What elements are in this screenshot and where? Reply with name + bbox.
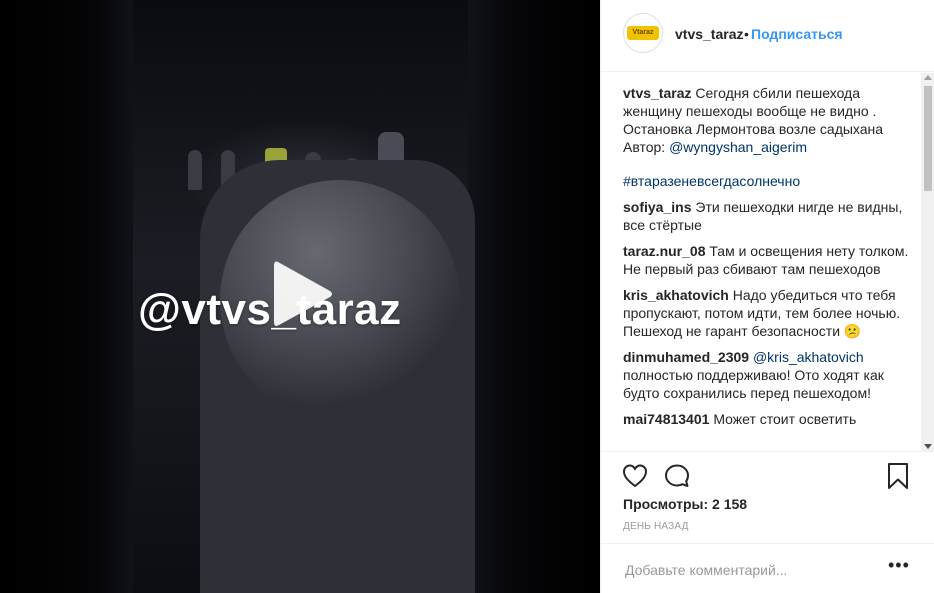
scroll-up-arrow-icon[interactable] — [924, 75, 932, 80]
post-sidebar: Vtaraz vtvs_taraz • Подписаться vtvs_tar… — [600, 0, 934, 593]
comment-item: mai74813401 Может стоит осветить — [623, 410, 915, 428]
play-icon[interactable] — [270, 258, 336, 330]
comment-text: полностью поддерживаю! Ото ходят как буд… — [623, 367, 884, 401]
comment-username[interactable]: kris_akhatovich — [623, 287, 729, 303]
follow-button[interactable]: Подписаться — [751, 26, 843, 42]
comment-item: dinmuhamed_2309 @kris_akhatovich полност… — [623, 348, 915, 402]
avatar[interactable]: Vtaraz — [623, 13, 663, 53]
post-actions: Просмотры: 2 158 ДЕНЬ НАЗАД — [601, 451, 934, 543]
post-date[interactable]: ДЕНЬ НАЗАД — [623, 521, 689, 532]
comment-username[interactable]: mai74813401 — [623, 411, 709, 427]
scrollbar-thumb[interactable] — [924, 86, 932, 191]
caption-mention[interactable]: @wyngyshan_aigerim — [669, 139, 807, 155]
caption-hashtag[interactable]: #втаразеневсегдасолнечно — [623, 172, 915, 190]
caption-username[interactable]: vtvs_taraz — [623, 85, 692, 101]
scroll-down-arrow-icon[interactable] — [924, 444, 932, 449]
comment-item: taraz.nur_08 Там и освещения нету толком… — [623, 242, 915, 278]
header-username[interactable]: vtvs_taraz — [675, 26, 744, 42]
comment-item: kris_akhatovich Надо убедиться что тебя … — [623, 286, 915, 340]
comment-username[interactable]: dinmuhamed_2309 — [623, 349, 749, 365]
bookmark-icon[interactable] — [886, 462, 910, 490]
comment-mention[interactable]: @kris_akhatovich — [753, 349, 864, 365]
comments-list[interactable]: vtvs_taraz Сегодня сбили пешехода женщин… — [623, 84, 915, 454]
comment-text: Может стоит осветить — [713, 411, 857, 427]
view-count: Просмотры: 2 158 — [623, 496, 748, 512]
video-player[interactable]: @vtvs_taraz — [0, 0, 600, 593]
video-letterbox-left — [0, 0, 133, 593]
comment-item: sofiya_ins Эти пешеходки нигде не видны,… — [623, 198, 915, 234]
avatar-logo: Vtaraz — [627, 26, 659, 40]
more-options-icon[interactable]: ••• — [888, 556, 909, 576]
caption: vtvs_taraz Сегодня сбили пешехода женщин… — [623, 84, 915, 190]
comment-username[interactable]: taraz.nur_08 — [623, 243, 705, 259]
comment-icon[interactable] — [663, 462, 691, 490]
heart-icon[interactable] — [621, 462, 649, 490]
video-letterbox-right — [468, 0, 600, 593]
comment-username[interactable]: sofiya_ins — [623, 199, 691, 215]
header-separator: • — [744, 26, 749, 42]
add-comment-bar: ••• — [601, 543, 934, 593]
comment-input[interactable] — [623, 558, 877, 582]
post-header: Vtaraz vtvs_taraz • Подписаться — [601, 0, 934, 72]
comments-scrollbar[interactable] — [921, 73, 934, 451]
